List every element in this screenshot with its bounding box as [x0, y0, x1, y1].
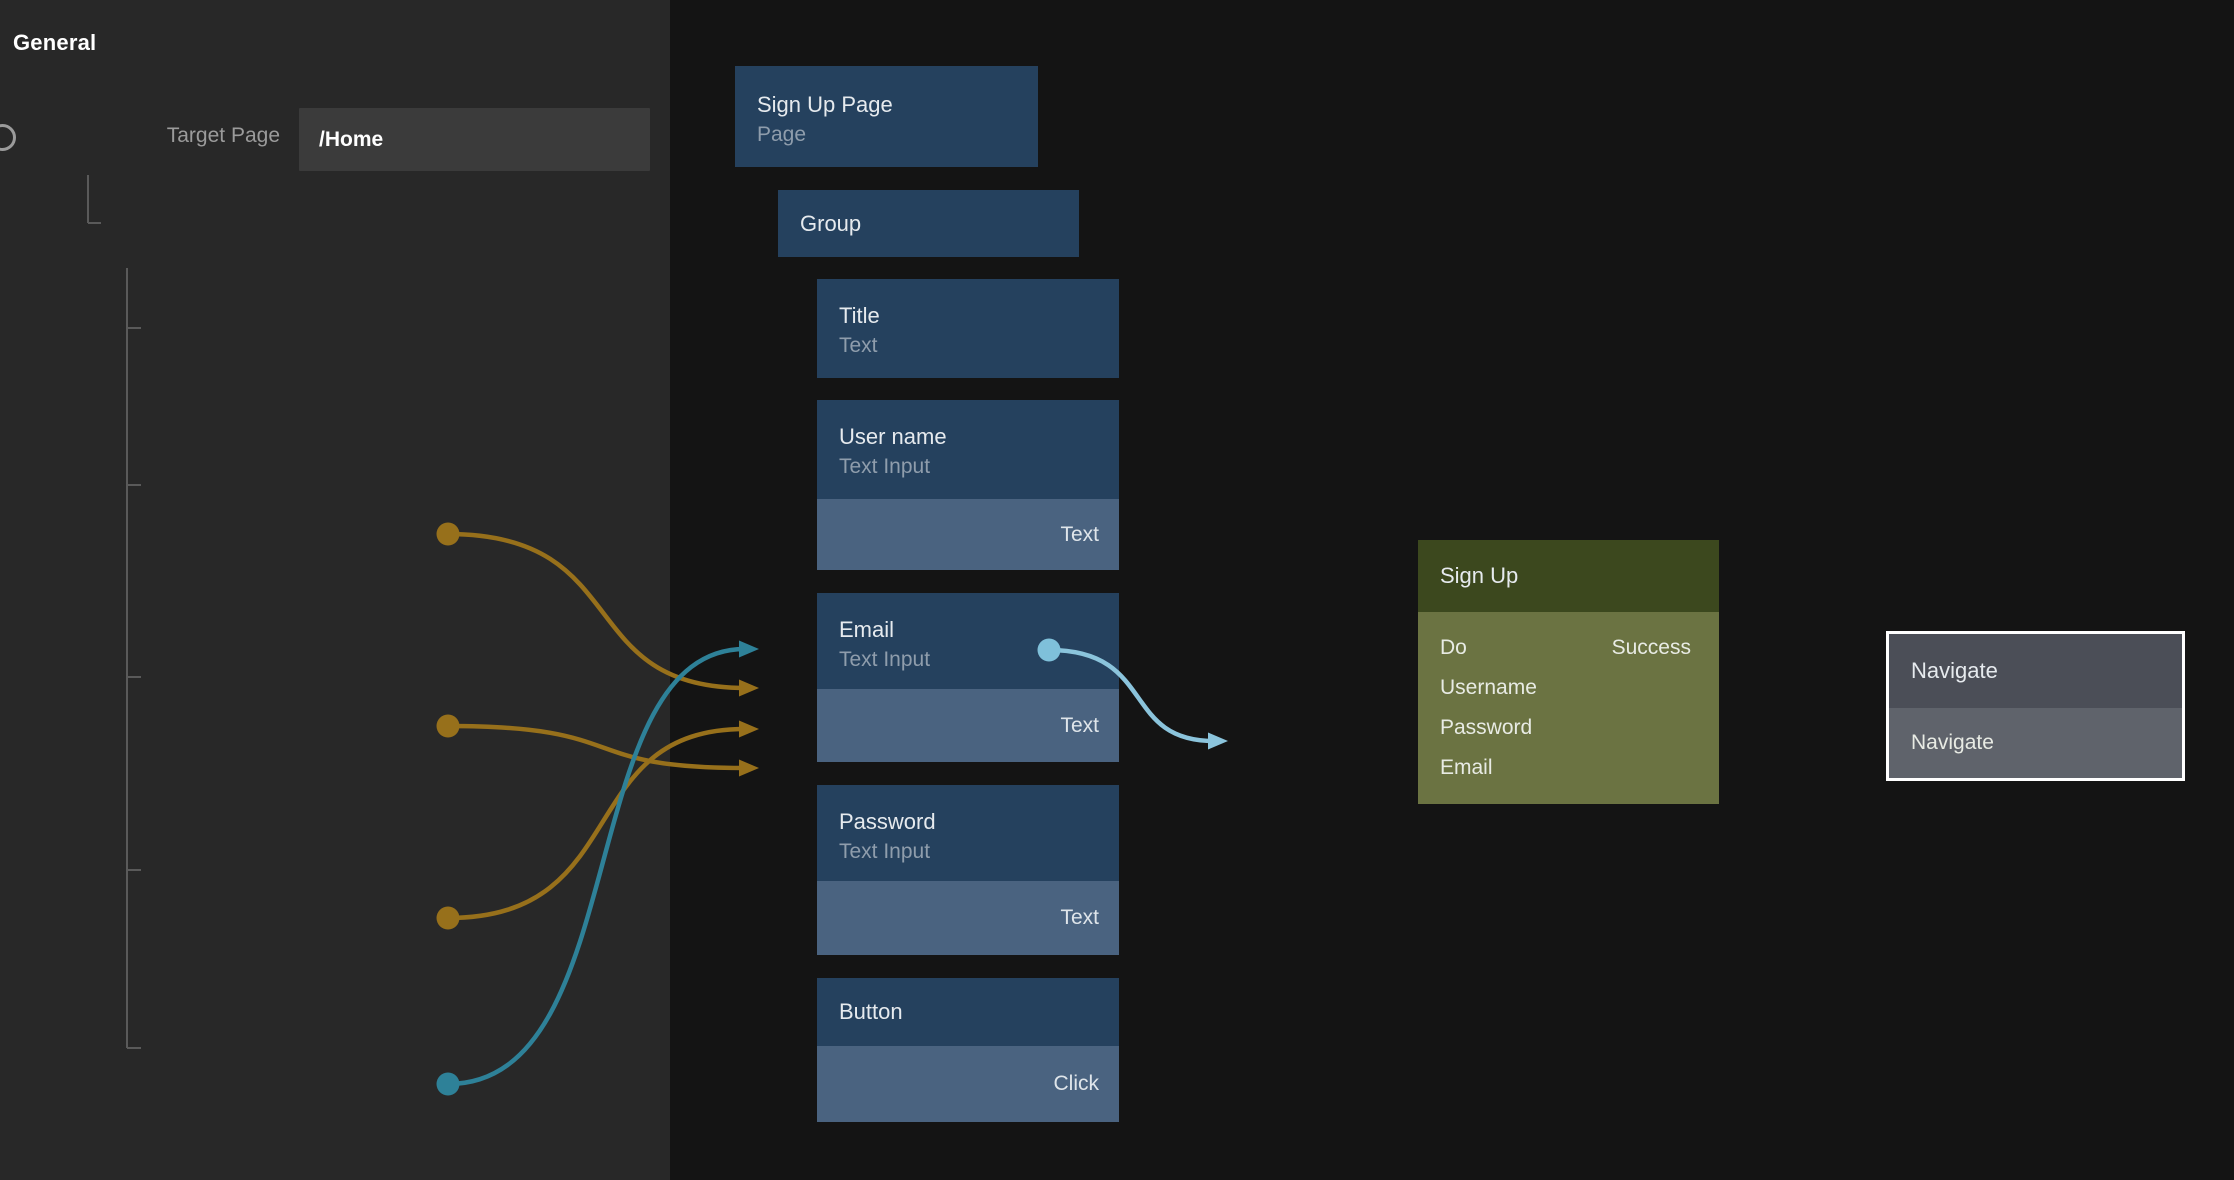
- node-header-group: Group: [778, 190, 1079, 257]
- node-sign-up[interactable]: Sign Up Do Username Password Email Success: [1418, 540, 1719, 804]
- properties-panel: General Target Page: [0, 0, 670, 1180]
- node-subtitle-user-name: Text Input: [839, 455, 930, 479]
- node-title-title: Title: [839, 303, 880, 329]
- node-title-sign-up: Sign Up: [1440, 563, 1518, 589]
- input-port-email[interactable]: Email: [1440, 756, 1493, 780]
- output-port-label-click: Click: [1054, 1072, 1100, 1096]
- output-port-row-button[interactable]: Click: [817, 1046, 1119, 1122]
- target-page-label: Target Page: [100, 124, 280, 148]
- node-header-sign-up-page: Sign Up Page Page: [735, 66, 1038, 167]
- output-port-label-text: Text: [1060, 714, 1099, 738]
- node-title-password: Password: [839, 809, 936, 835]
- output-port-row-password[interactable]: Text: [817, 881, 1119, 955]
- input-port-do[interactable]: Do: [1440, 636, 1467, 660]
- output-port-row-user-name[interactable]: Text: [817, 499, 1119, 570]
- node-header-button: Button: [817, 978, 1119, 1046]
- wire-arrowhead-username-text-to-signup-username: [739, 680, 759, 697]
- node-title-group: Group: [800, 211, 861, 237]
- output-port-label-text: Text: [1060, 523, 1099, 547]
- node-header-email: Email Text Input: [817, 593, 1119, 689]
- node-group[interactable]: Group: [778, 190, 1079, 257]
- wire-arrowhead-signup-success-to-navigate: [1208, 733, 1228, 750]
- wire-arrowhead-email-text-to-signup-email: [739, 760, 759, 777]
- node-title-navigate: Navigate: [1911, 658, 1998, 684]
- node-sign-up-page[interactable]: Sign Up Page Page: [735, 66, 1038, 167]
- node-title-email: Email: [839, 617, 894, 643]
- node-title[interactable]: Title Text: [817, 279, 1119, 378]
- panel-section-title: General: [13, 30, 96, 56]
- node-body-navigate: Navigate: [1889, 708, 2182, 778]
- radio-ring-icon[interactable]: [0, 124, 16, 151]
- node-subtitle-password: Text Input: [839, 840, 930, 864]
- node-user-name[interactable]: User name Text Input Text: [817, 400, 1119, 570]
- node-header-user-name: User name Text Input: [817, 400, 1119, 499]
- wire-arrowhead-password-text-to-signup-password: [739, 721, 759, 738]
- node-body-sign-up: Do Username Password Email Success: [1418, 612, 1719, 804]
- visual-editor-window: General Target Page Sign Up Page Page Grou…: [0, 0, 2234, 1180]
- output-port-label-text: Text: [1060, 906, 1099, 930]
- node-navigate[interactable]: Navigate Navigate: [1886, 631, 2185, 781]
- node-header-navigate: Navigate: [1889, 634, 2182, 708]
- node-title-user-name: User name: [839, 424, 947, 450]
- input-port-password[interactable]: Password: [1440, 716, 1532, 740]
- output-port-row-email[interactable]: Text: [817, 689, 1119, 762]
- input-port-navigate[interactable]: Navigate: [1911, 731, 1994, 755]
- wire-arrowhead-button-click-to-signup-do: [739, 641, 759, 658]
- node-title-sign-up-page: Sign Up Page: [757, 92, 893, 118]
- input-port-username[interactable]: Username: [1440, 676, 1537, 700]
- node-subtitle-title: Text: [839, 334, 878, 358]
- node-header-title: Title Text: [817, 279, 1119, 378]
- node-graph-canvas[interactable]: Sign Up Page Page Group Title Text User name T…: [670, 0, 2234, 1180]
- node-email[interactable]: Email Text Input Text: [817, 593, 1119, 762]
- node-header-password: Password Text Input: [817, 785, 1119, 881]
- node-header-sign-up: Sign Up: [1418, 540, 1719, 612]
- node-button[interactable]: Button Click: [817, 978, 1119, 1122]
- output-port-success[interactable]: Success: [1612, 636, 1691, 660]
- node-title-button: Button: [839, 999, 903, 1025]
- node-password[interactable]: Password Text Input Text: [817, 785, 1119, 955]
- node-subtitle-sign-up-page: Page: [757, 123, 806, 147]
- node-subtitle-email: Text Input: [839, 648, 930, 672]
- target-page-input[interactable]: [299, 108, 650, 171]
